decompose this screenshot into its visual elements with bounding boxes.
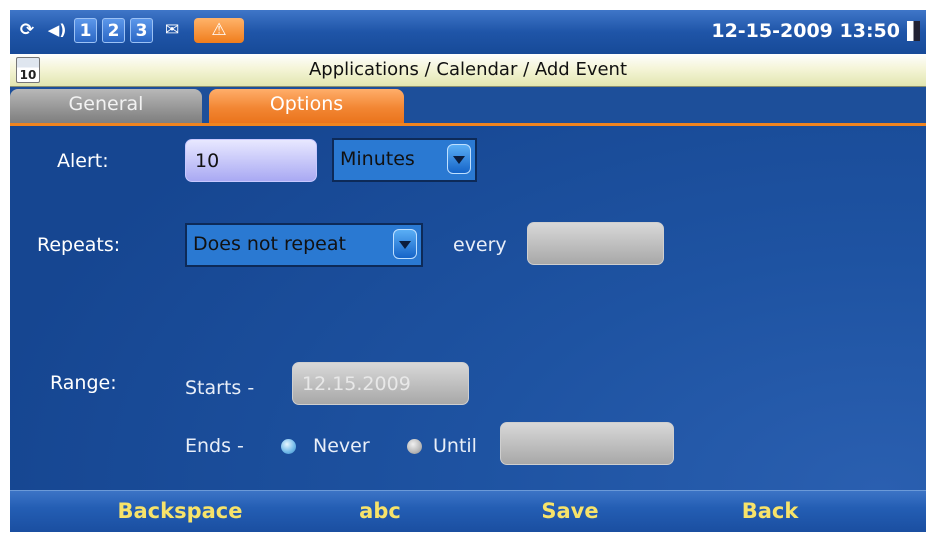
back-softkey[interactable]: Back xyxy=(710,499,830,523)
status-datetime: 12-15-2009 13:50 xyxy=(711,20,900,42)
device-screen: ⟳ ◀) 1 2 3 ✉ ⚠ 12-15-2009 13:50 10 Appli… xyxy=(10,10,926,532)
options-form: Alert: 10 Minutes Repeats: Does not repe… xyxy=(10,126,926,490)
abc-softkey[interactable]: abc xyxy=(320,499,440,523)
save-softkey[interactable]: Save xyxy=(510,499,630,523)
every-label: every xyxy=(453,234,507,256)
repeats-label: Repeats: xyxy=(37,234,121,256)
never-label[interactable]: Never xyxy=(313,435,370,457)
alert-unit-select[interactable]: Minutes xyxy=(332,138,477,182)
starts-input[interactable]: 12.15.2009 xyxy=(292,362,469,405)
until-radio[interactable] xyxy=(407,439,422,454)
tab-bar: General Options xyxy=(10,87,926,127)
breadcrumb: Applications / Calendar / Add Event xyxy=(308,59,628,80)
chevron-down-icon[interactable] xyxy=(447,144,471,174)
until-label[interactable]: Until xyxy=(433,435,477,457)
range-label: Range: xyxy=(50,372,117,394)
chevron-down-icon[interactable] xyxy=(393,229,417,259)
never-radio[interactable] xyxy=(281,439,296,454)
volume-icon: ◀) xyxy=(47,21,67,39)
repeats-select[interactable]: Does not repeat xyxy=(185,223,423,267)
breadcrumb-bar: 10 Applications / Calendar / Add Event xyxy=(10,54,926,87)
until-input[interactable] xyxy=(500,422,674,465)
tab-options[interactable]: Options xyxy=(209,89,404,127)
status-bar: ⟳ ◀) 1 2 3 ✉ ⚠ 12-15-2009 13:50 xyxy=(10,10,926,54)
every-input[interactable] xyxy=(527,222,664,265)
softkey-bar: Backspace abc Save Back xyxy=(10,490,926,532)
sync-icon: ⟳ xyxy=(19,20,35,40)
signal-icon xyxy=(907,21,920,41)
backspace-softkey[interactable]: Backspace xyxy=(80,499,280,523)
starts-label: Starts - xyxy=(185,377,255,399)
alert-unit-value: Minutes xyxy=(340,148,415,170)
alert-label: Alert: xyxy=(57,150,109,172)
repeats-value: Does not repeat xyxy=(193,233,346,255)
message-icon: ✉ xyxy=(164,20,180,40)
tab-general[interactable]: General xyxy=(10,89,202,127)
line-2-icon: 2 xyxy=(102,18,125,43)
line-3-icon: 3 xyxy=(130,18,153,43)
alert-input[interactable]: 10 xyxy=(185,139,317,182)
ends-label: Ends - xyxy=(185,435,244,457)
alert-icon: ⚠ xyxy=(194,18,244,43)
line-1-icon: 1 xyxy=(74,18,97,43)
